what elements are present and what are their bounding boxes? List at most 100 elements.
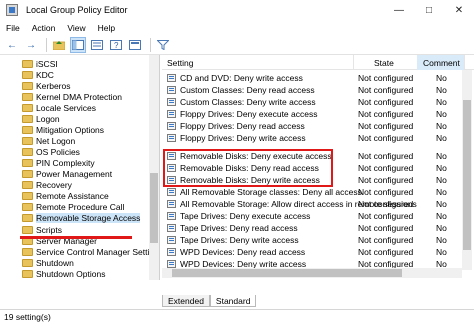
tree-item[interactable]: PIN Complexity [0,157,150,168]
forward-arrow-icon[interactable]: → [23,37,39,53]
table-row[interactable]: All Removable Storage classes: Deny all … [162,186,462,198]
column-header-comment[interactable]: Comment [417,55,465,70]
table-row[interactable]: Floppy Drives: Deny write access Not conf… [162,132,462,144]
policy-icon [167,223,176,232]
table-row[interactable]: Tape Drives: Deny write access Not config… [162,234,462,246]
properties-icon[interactable] [127,37,143,53]
status-bar: 19 setting(s) [0,309,474,323]
tree-item[interactable]: Mitigation Options [0,124,150,135]
list-horizontal-scrollbar-thumb[interactable] [172,269,402,277]
tree-item-selected[interactable]: Removable Storage Access [0,212,150,223]
folder-icon [22,258,33,267]
table-row[interactable]: Tape Drives: Deny read access Not configu… [162,222,462,234]
policy-icon [167,187,176,196]
folder-icon [22,125,33,134]
folder-icon [22,213,33,222]
tree-item[interactable]: Scripts [0,224,150,235]
tree-item[interactable]: iSCSI [0,58,150,69]
svg-text:?: ? [114,41,119,50]
selection-underline-annotation [20,236,132,239]
tree-item[interactable]: Locale Services [0,102,150,113]
list-horizontal-scrollbar[interactable] [162,268,462,278]
table-row[interactable]: Custom Classes: Deny read access Not conf… [162,84,462,96]
menu-action[interactable]: Action [32,23,56,33]
menu-view[interactable]: View [67,23,85,33]
tree-pane: iSCSI KDC Kerberos Kernel DMA Protection… [0,55,160,280]
tree-item[interactable]: Kerberos [0,80,150,91]
tab-extended[interactable]: Extended [162,295,210,307]
policy-icon [167,259,176,268]
table-row[interactable]: Tape Drives: Deny execute access Not conf… [162,210,462,222]
folder-icon [22,202,33,211]
close-icon[interactable]: ✕ [444,0,474,20]
status-text: 19 setting(s) [4,311,51,322]
folder-icon [22,180,33,189]
folder-icon [22,247,33,256]
tree-item[interactable]: Logon [0,113,150,124]
tree-scrollbar[interactable] [149,55,159,280]
removable-disks-highlight-annotation [163,149,333,187]
policy-icon [167,247,176,256]
folder-icon [22,191,33,200]
up-folder-icon[interactable] [51,37,67,53]
table-row[interactable]: Custom Classes: Deny write access Not con… [162,96,462,108]
tree-item[interactable]: Remote Procedure Call [0,201,150,212]
toolbar-separator [46,38,47,52]
column-header-setting[interactable]: Setting [162,55,354,70]
menu-help[interactable]: Help [98,23,115,33]
tree-item[interactable]: KDC [0,69,150,80]
folder-icon [22,169,33,178]
policy-icon [167,199,176,208]
policy-icon [167,133,176,142]
table-row[interactable]: All Removable Storage: Allow direct acce… [162,198,462,210]
minimize-icon[interactable]: — [384,0,414,20]
policy-icon [167,121,176,130]
tree-scrollbar-thumb[interactable] [150,173,158,243]
table-row[interactable]: CD and DVD: Deny write access Not configu… [162,72,462,84]
folder-icon [22,147,33,156]
tree-item[interactable]: Shutdown [0,257,150,268]
tree-item[interactable]: Remote Assistance [0,190,150,201]
folder-icon [22,225,33,234]
tree-item[interactable]: Kernel DMA Protection [0,91,150,102]
title-bar: Local Group Policy Editor — □ ✕ [0,0,474,20]
folder-icon [22,136,33,145]
back-arrow-icon[interactable]: ← [4,37,20,53]
toolbar: ← → ? [0,36,474,55]
tab-standard[interactable]: Standard [209,295,257,307]
toolbar-separator [150,38,151,52]
help-icon[interactable]: ? [108,37,124,53]
table-row[interactable]: WPD Devices: Deny read access Not configu… [162,246,462,258]
tree-item[interactable]: Net Logon [0,135,150,146]
show-hide-tree-icon[interactable] [70,37,86,53]
tree-item[interactable]: Shutdown Options [0,268,150,279]
tree-item[interactable]: Power Management [0,168,150,179]
table-row[interactable]: Floppy Drives: Deny execute access Not co… [162,108,462,120]
policy-icon [167,73,176,82]
tree-item[interactable]: Recovery [0,179,150,190]
policy-icon [167,109,176,118]
tree-item[interactable]: OS Policies [0,146,150,157]
list-vertical-scrollbar[interactable] [462,70,472,270]
filter-icon[interactable] [155,37,171,53]
table-row[interactable]: Floppy Drives: Deny read access Not confi… [162,120,462,132]
folder-icon [22,59,33,68]
list-header: Setting State Comment [162,55,474,70]
folder-icon [22,158,33,167]
policy-editor-app-icon [6,4,18,16]
tree-item[interactable]: Service Control Manager Setting [0,246,159,257]
list-vertical-scrollbar-thumb[interactable] [463,100,471,250]
policy-icon [167,211,176,220]
folder-icon [22,70,33,79]
folder-icon [22,114,33,123]
menu-bar: File Action View Help [0,20,474,36]
policy-icon [167,97,176,106]
folder-icon [22,92,33,101]
export-list-icon[interactable] [89,37,105,53]
menu-file[interactable]: File [6,23,20,33]
window-title: Local Group Policy Editor [26,5,128,15]
window-controls: — □ ✕ [384,0,474,20]
maximize-icon[interactable]: □ [414,0,444,20]
folder-icon [22,103,33,112]
folder-icon [22,81,33,90]
